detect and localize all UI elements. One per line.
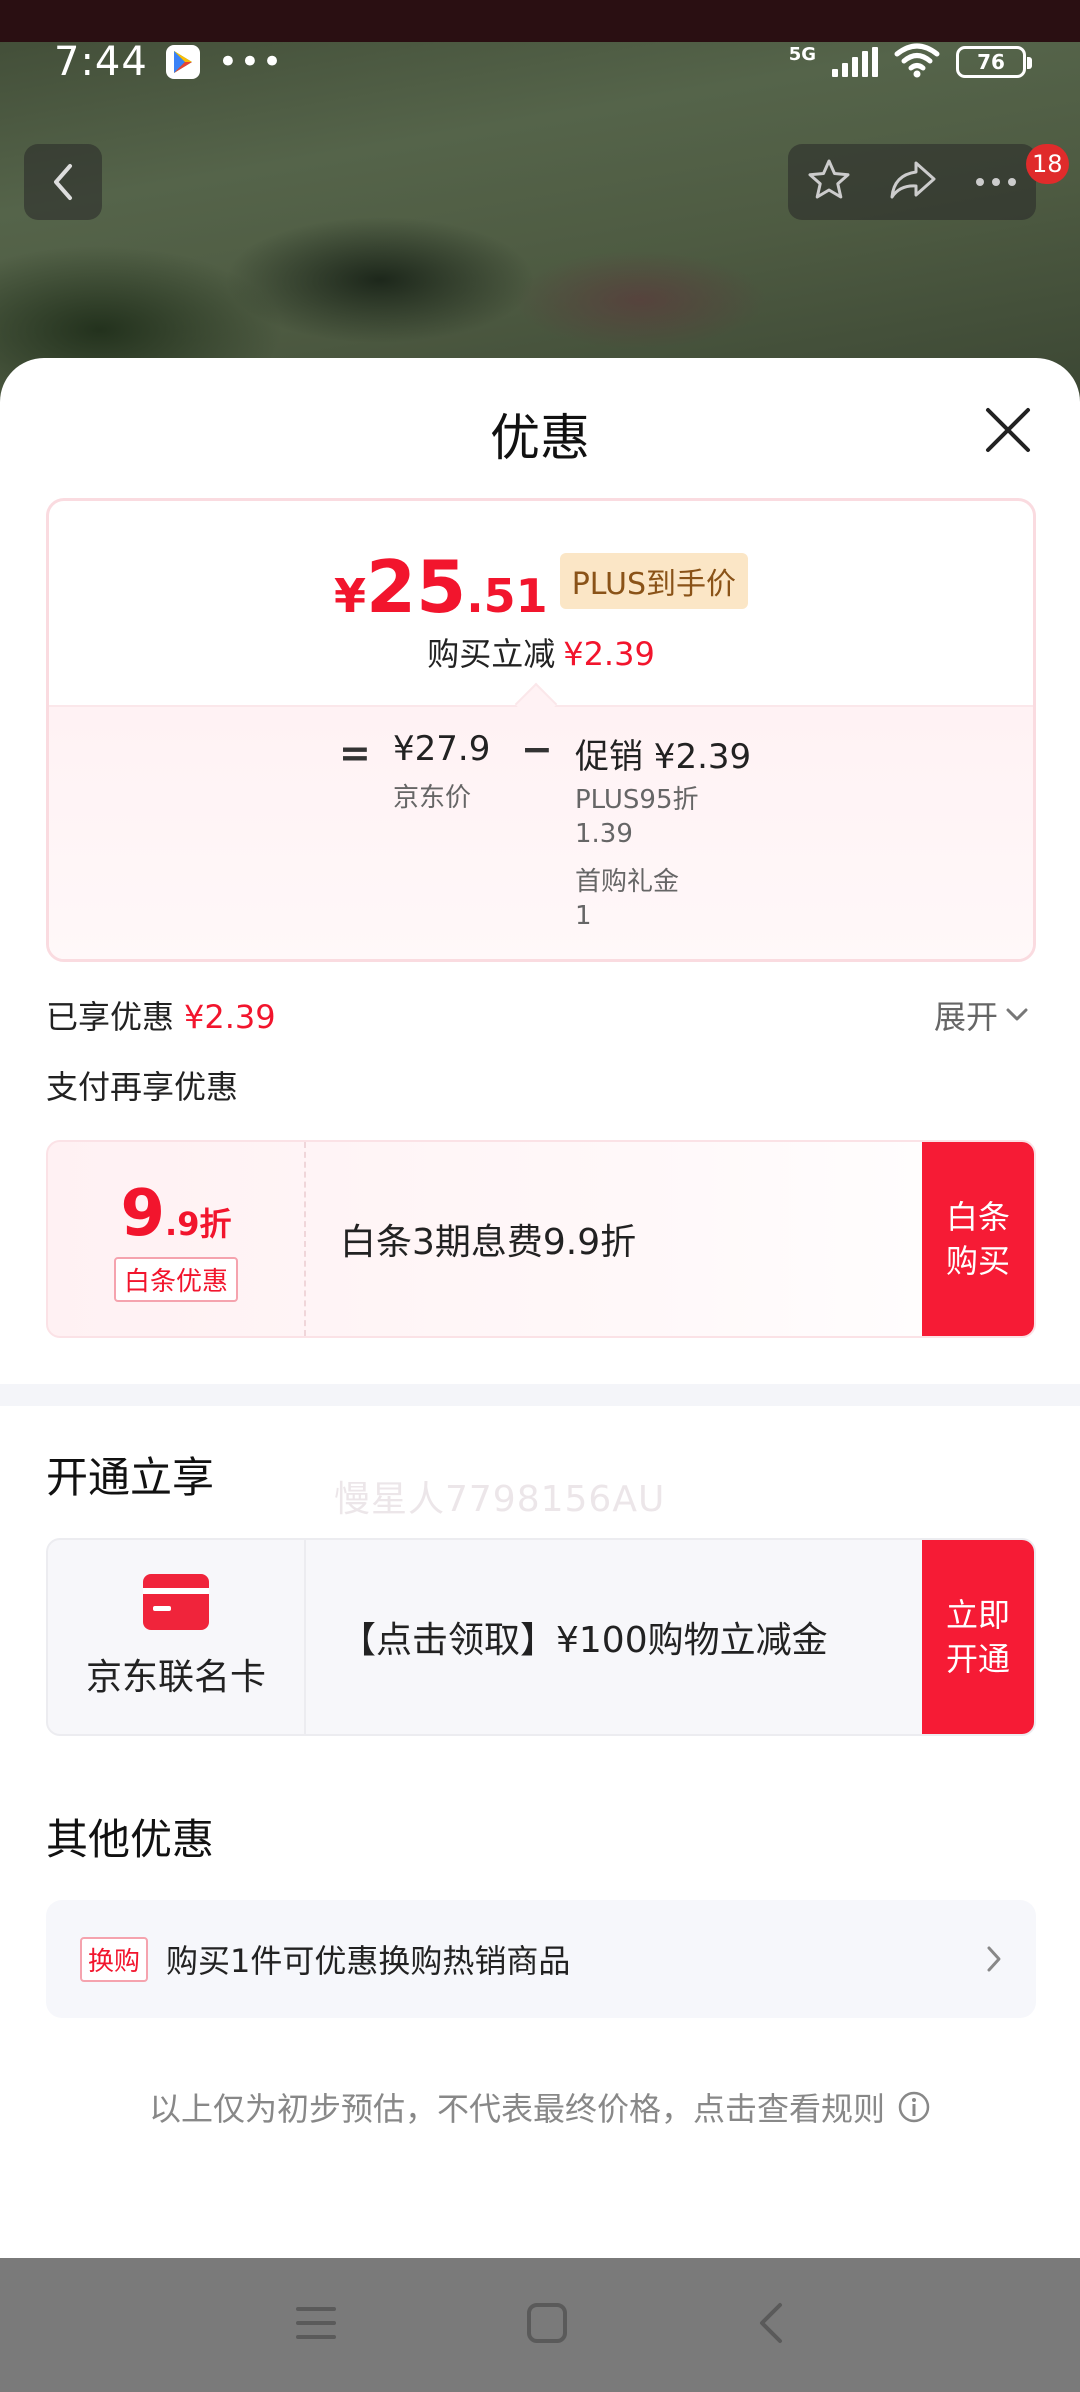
enjoyed-value: ¥2.39 bbox=[184, 998, 276, 1036]
reduction-label: 购买立减 bbox=[427, 635, 556, 673]
baitiao-offer-text: 白条3期息费9.9折 bbox=[340, 1222, 637, 1263]
nav-actions bbox=[788, 144, 1036, 220]
exchange-offer-row[interactable]: 换购 购买1件可优惠换购热销商品 bbox=[46, 1900, 1036, 2018]
chevron-right-icon bbox=[987, 1946, 1001, 1972]
co-branded-card-badge: 京东联名卡 bbox=[48, 1540, 306, 1734]
promo-item-value: 1 bbox=[575, 901, 592, 931]
equals-sign: = bbox=[339, 731, 371, 775]
chevron-down-icon bbox=[1006, 1008, 1028, 1021]
network-type: 5G bbox=[788, 44, 816, 65]
final-price: ¥ 25 .51 PLUS到手价 bbox=[49, 551, 1033, 623]
baitiao-discount-badge: 9.9折 白条优惠 bbox=[48, 1142, 306, 1336]
final-price-integer: 25 bbox=[366, 545, 467, 629]
close-button[interactable] bbox=[976, 398, 1040, 462]
jd-price-label: 京东价 bbox=[393, 783, 472, 813]
expand-label: 展开 bbox=[934, 998, 999, 1036]
sheet-title: 优惠 bbox=[490, 409, 590, 467]
other-section-title: 其他优惠 bbox=[46, 1815, 215, 1864]
jd-price-value: ¥27.9 bbox=[393, 729, 491, 769]
close-icon bbox=[986, 408, 1030, 452]
signal-icon bbox=[832, 47, 878, 77]
disclaimer[interactable]: 以上仅为初步预估，不代表最终价格，点击查看规则 bbox=[0, 2084, 1080, 2130]
status-indicators: 5G 76 bbox=[788, 42, 1032, 82]
enjoyed-label: 已享优惠 bbox=[46, 998, 175, 1036]
battery-icon: 76 bbox=[956, 46, 1032, 78]
promo-item-name: PLUS95折 bbox=[575, 785, 699, 815]
home-icon[interactable] bbox=[525, 2301, 569, 2349]
baitiao-tag: 白条优惠 bbox=[113, 1256, 238, 1302]
menu-icon[interactable] bbox=[294, 2305, 338, 2345]
more-notifications-icon: ••• bbox=[217, 42, 284, 82]
system-navigation-bar bbox=[0, 2258, 1080, 2392]
baitiao-buy-button[interactable]: 白条购买 bbox=[922, 1142, 1034, 1336]
status-time: 7:44 bbox=[54, 39, 148, 85]
share-icon[interactable] bbox=[888, 159, 938, 205]
card-name: 京东联名卡 bbox=[85, 1657, 266, 1698]
discount-value: 9.9折 bbox=[121, 1177, 232, 1251]
currency-symbol: ¥ bbox=[333, 569, 366, 623]
section-divider bbox=[0, 1384, 1080, 1406]
more-icon[interactable] bbox=[974, 173, 1018, 192]
back-button[interactable] bbox=[24, 144, 102, 220]
enjoyed-discount: 已享优惠 ¥2.39 bbox=[46, 992, 276, 1038]
open-now-button[interactable]: 立即开通 bbox=[922, 1540, 1034, 1734]
status-bar: 7:44 ••• 5G 76 bbox=[0, 30, 1080, 94]
co-branded-card-offer[interactable]: 京东联名卡 【点击领取】¥100购物立减金 立即开通 bbox=[46, 1538, 1036, 1736]
disclaimer-text: 以上仅为初步预估，不代表最终价格，点击查看规则 bbox=[148, 2090, 885, 2128]
back-icon[interactable] bbox=[756, 2301, 786, 2349]
baitiao-offer-card[interactable]: 9.9折 白条优惠 白条3期息费9.9折 白条购买 bbox=[46, 1140, 1036, 1338]
credit-card-icon bbox=[143, 1574, 209, 1630]
minus-sign: − bbox=[521, 727, 553, 771]
favorite-star-icon[interactable] bbox=[806, 157, 852, 207]
user-watermark: 慢星人7798156AU bbox=[334, 1479, 666, 1520]
chevron-left-icon bbox=[54, 164, 72, 200]
info-icon bbox=[898, 2091, 930, 2123]
discount-big: 9 bbox=[120, 1176, 166, 1251]
purchase-reduction: 购买立减 ¥2.39 bbox=[49, 629, 1033, 675]
play-store-icon bbox=[165, 45, 200, 79]
promo-item-value: 1.39 bbox=[575, 819, 633, 849]
pay-again-label: 支付再享优惠 bbox=[46, 1068, 239, 1106]
final-price-decimal: .51 bbox=[466, 569, 548, 623]
expand-toggle[interactable]: 展开 bbox=[934, 992, 1028, 1038]
plus-price-tag: PLUS到手价 bbox=[559, 553, 749, 609]
exchange-tag: 换购 bbox=[80, 1936, 149, 1982]
discount-sheet: 优惠 ¥ 25 .51 PLUS到手价 购买立减 ¥2.39 = ¥27.9 京东… bbox=[0, 358, 1080, 2258]
promo-item-name: 首购礼金 bbox=[575, 867, 680, 897]
card-offer-text: 【点击领取】¥100购物立减金 bbox=[340, 1620, 828, 1661]
discount-small: .9折 bbox=[165, 1204, 232, 1243]
exchange-text: 购买1件可优惠换购热销商品 bbox=[166, 1942, 571, 1980]
open-section-title: 开通立享 bbox=[46, 1453, 215, 1502]
message-badge: 18 bbox=[1026, 144, 1069, 184]
wifi-icon bbox=[894, 42, 940, 82]
reduction-value: ¥2.39 bbox=[563, 635, 655, 673]
promotion-total: 促销 ¥2.39 bbox=[575, 737, 752, 777]
price-breakdown-card: ¥ 25 .51 PLUS到手价 购买立减 ¥2.39 = ¥27.9 京东价 −… bbox=[46, 498, 1036, 962]
